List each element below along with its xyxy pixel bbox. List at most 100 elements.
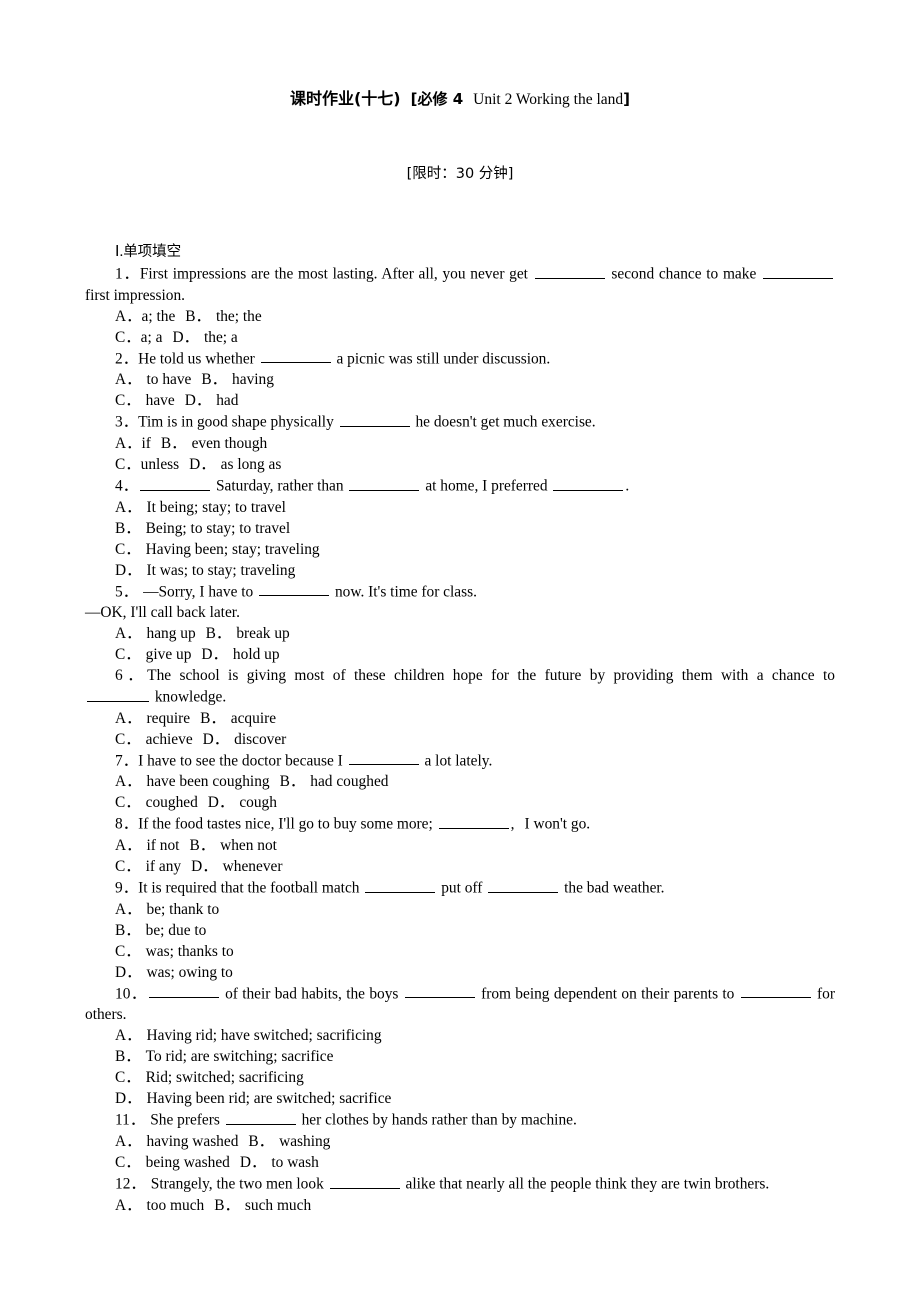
answer-blank[interactable] [404, 983, 475, 999]
option-letter[interactable]: A． [115, 773, 142, 790]
option-text[interactable]: be; due to [146, 922, 207, 939]
answer-blank[interactable] [140, 475, 211, 491]
option-text[interactable]: coughed [146, 794, 198, 811]
option-text[interactable]: being washed [146, 1154, 230, 1171]
option-text[interactable]: having washed [147, 1133, 239, 1150]
option-letter[interactable]: D． [115, 964, 142, 981]
answer-blank[interactable] [329, 1173, 400, 1189]
option-text[interactable]: give up [146, 646, 192, 663]
option-letter[interactable]: C． [115, 456, 141, 473]
option-text[interactable]: was; owing to [147, 964, 233, 981]
option-text[interactable]: the; a [204, 329, 238, 346]
option-letter[interactable]: D． [203, 731, 230, 748]
option-letter[interactable]: B． [115, 520, 141, 537]
answer-blank[interactable] [348, 750, 419, 766]
option-letter[interactable]: B． [115, 1048, 141, 1065]
answer-blank[interactable] [488, 877, 559, 893]
option-letter[interactable]: D． [185, 392, 212, 409]
answer-blank[interactable] [260, 348, 331, 364]
option-text[interactable]: as long as [221, 456, 282, 473]
option-letter[interactable]: D． [201, 646, 228, 663]
option-text[interactable]: a; the [142, 308, 176, 325]
option-text[interactable]: had [216, 392, 238, 409]
option-letter[interactable]: B． [206, 625, 232, 642]
answer-blank[interactable] [148, 983, 219, 999]
option-letter[interactable]: C． [115, 731, 141, 748]
option-letter[interactable]: D． [189, 456, 216, 473]
option-text[interactable]: require [147, 710, 191, 727]
option-text[interactable]: had coughed [310, 773, 388, 790]
option-letter[interactable]: C． [115, 646, 141, 663]
option-text[interactable]: Having rid; have switched; sacrificing [147, 1027, 382, 1044]
option-text[interactable]: Having been rid; are switched; sacrifice [147, 1090, 392, 1107]
option-letter[interactable]: C． [115, 794, 141, 811]
option-letter[interactable]: A． [115, 710, 142, 727]
option-letter[interactable]: B． [201, 371, 227, 388]
option-letter[interactable]: A． [115, 308, 142, 325]
option-letter[interactable]: B． [280, 773, 306, 790]
option-text[interactable]: whenever [223, 858, 283, 875]
option-text[interactable]: when not [220, 837, 277, 854]
option-text[interactable]: It being; stay; to travel [147, 499, 286, 516]
option-letter[interactable]: A． [115, 1133, 142, 1150]
answer-blank[interactable] [763, 263, 833, 279]
option-text[interactable]: was; thanks to [146, 943, 234, 960]
option-letter[interactable]: B． [185, 308, 211, 325]
option-text[interactable]: Having been; stay; traveling [146, 541, 320, 558]
option-text[interactable]: achieve [146, 731, 193, 748]
option-text[interactable]: unless [141, 456, 179, 473]
option-text[interactable]: To rid; are switching; sacrifice [146, 1048, 334, 1065]
answer-blank[interactable] [259, 581, 330, 597]
option-letter[interactable]: C． [115, 943, 141, 960]
option-text[interactable]: discover [234, 731, 286, 748]
option-letter[interactable]: D． [172, 329, 199, 346]
option-letter[interactable]: B． [248, 1133, 274, 1150]
option-letter[interactable]: A． [115, 625, 142, 642]
answer-blank[interactable] [339, 411, 410, 427]
option-text[interactable]: break up [236, 625, 289, 642]
option-text[interactable]: to wash [271, 1154, 318, 1171]
option-text[interactable]: acquire [231, 710, 276, 727]
option-text[interactable]: if any [146, 858, 181, 875]
answer-blank[interactable] [349, 475, 420, 491]
option-letter[interactable]: B． [189, 837, 215, 854]
option-text[interactable]: to have [147, 371, 192, 388]
option-letter[interactable]: B． [200, 710, 226, 727]
option-text[interactable]: have [146, 392, 175, 409]
option-text[interactable]: even though [192, 435, 268, 452]
option-text[interactable]: hold up [233, 646, 280, 663]
option-letter[interactable]: A． [115, 1197, 142, 1214]
answer-blank[interactable] [553, 475, 624, 491]
option-text[interactable]: having [232, 371, 274, 388]
option-text[interactable]: the; the [216, 308, 262, 325]
option-letter[interactable]: C． [115, 1154, 141, 1171]
option-text[interactable]: washing [279, 1133, 330, 1150]
option-letter[interactable]: C． [115, 329, 141, 346]
option-letter[interactable]: C． [115, 1069, 141, 1086]
answer-blank[interactable] [534, 263, 605, 279]
option-letter[interactable]: D． [115, 1090, 142, 1107]
option-letter[interactable]: A． [115, 499, 142, 516]
option-text[interactable]: if not [147, 837, 180, 854]
option-letter[interactable]: A． [115, 837, 142, 854]
option-letter[interactable]: D． [208, 794, 235, 811]
option-text[interactable]: Rid; switched; sacrificing [146, 1069, 304, 1086]
answer-blank[interactable] [225, 1109, 296, 1125]
answer-blank[interactable] [438, 813, 509, 829]
option-letter[interactable]: A． [115, 435, 142, 452]
option-letter[interactable]: C． [115, 392, 141, 409]
option-text[interactable]: if [142, 435, 151, 452]
option-letter[interactable]: B． [115, 922, 141, 939]
option-text[interactable]: have been coughing [147, 773, 270, 790]
option-letter[interactable]: A． [115, 1027, 142, 1044]
answer-blank[interactable] [87, 686, 149, 702]
option-text[interactable]: cough [239, 794, 277, 811]
option-text[interactable]: a; a [141, 329, 163, 346]
option-letter[interactable]: C． [115, 541, 141, 558]
option-text[interactable]: hang up [147, 625, 196, 642]
option-letter[interactable]: C． [115, 858, 141, 875]
option-text[interactable]: be; thank to [147, 901, 220, 918]
option-text[interactable]: such much [245, 1197, 311, 1214]
option-letter[interactable]: A． [115, 371, 142, 388]
answer-blank[interactable] [365, 877, 436, 893]
